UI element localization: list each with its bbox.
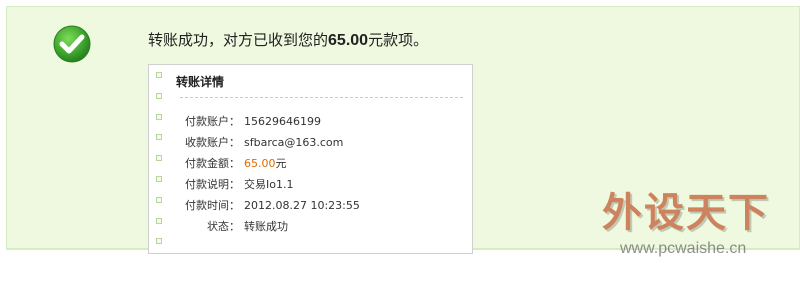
detail-value: 15629646199 bbox=[244, 115, 321, 128]
success-message: 转账成功，对方已收到您的65.00元款项。 bbox=[148, 29, 428, 50]
message-prefix: 转账成功，对方已收到您的 bbox=[148, 31, 329, 49]
detail-row-payee: 收款账户： sfbarca@163.com bbox=[149, 132, 472, 153]
detail-label: 付款账户： bbox=[185, 115, 240, 128]
message-amount: 65.00 bbox=[328, 32, 369, 49]
check-circle-icon bbox=[53, 25, 91, 63]
detail-row-amount: 付款金额： 65.00元 bbox=[149, 153, 472, 174]
detail-label: 付款说明： bbox=[185, 178, 240, 191]
detail-label: 状态： bbox=[207, 220, 240, 233]
dot bbox=[156, 72, 162, 78]
message-suffix: 元款项。 bbox=[368, 31, 429, 49]
detail-value: sfbarca@163.com bbox=[244, 136, 344, 149]
detail-value: 转账成功 bbox=[244, 220, 288, 233]
dot bbox=[156, 238, 162, 245]
details-list: 付款账户： 15629646199 收款账户： sfbarca@163.com … bbox=[149, 111, 472, 237]
detail-value: 2012.08.27 10:23:55 bbox=[244, 199, 360, 212]
detail-row-status: 状态： 转账成功 bbox=[149, 216, 472, 237]
detail-label: 付款时间： bbox=[185, 199, 240, 212]
detail-row-payer: 付款账户： 15629646199 bbox=[149, 111, 472, 132]
details-title: 转账详情 bbox=[176, 75, 225, 89]
detail-value: 65.00元 bbox=[244, 153, 287, 174]
amount-value: 65.00 bbox=[244, 157, 276, 170]
detail-value: 交易Io1.1 bbox=[244, 178, 294, 191]
detail-label: 收款账户： bbox=[185, 136, 240, 149]
amount-unit: 元 bbox=[275, 157, 287, 170]
watermark-url: www.pcwaishe.cn bbox=[620, 240, 747, 257]
detail-label: 付款金额： bbox=[185, 157, 240, 170]
watermark-logo: 外设天下 bbox=[602, 190, 770, 236]
transfer-details-card: 转账详情 付款账户： 15629646199 收款账户： sfbarca@163… bbox=[148, 64, 473, 254]
divider bbox=[180, 97, 463, 98]
detail-row-time: 付款时间： 2012.08.27 10:23:55 bbox=[149, 195, 472, 216]
dot bbox=[156, 92, 162, 99]
watermark: 外设天下 www.pcwaishe.cn bbox=[602, 180, 798, 280]
detail-row-note: 付款说明： 交易Io1.1 bbox=[149, 174, 472, 195]
